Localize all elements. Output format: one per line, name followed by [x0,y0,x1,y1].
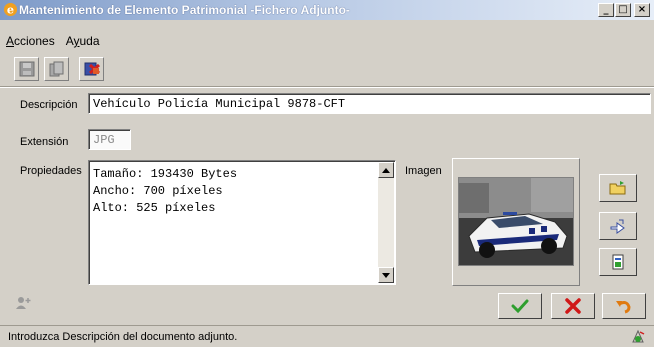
menu-bar: Acciones Ayuda [0,32,105,50]
descripcion-input[interactable]: Vehículo Policía Municipal 9878-CFT [88,93,651,114]
extension-label: Extensión [20,136,69,148]
scroll-down-icon [382,272,390,278]
accept-icon [511,299,529,314]
undo-button[interactable] [602,293,646,319]
app-logo-icon: e [3,3,18,17]
scroll-up-button[interactable] [378,162,394,178]
extension-input: JPG [88,129,131,150]
propiedades-line: Alto: 525 píxeles [93,201,216,215]
open-folder-icon [609,181,626,195]
menu-ayuda[interactable]: Ayuda [60,32,105,50]
propiedades-line: Ancho: 700 píxeles [93,184,223,198]
scroll-up-icon [382,167,390,173]
undo-icon [616,301,631,314]
window-title: Mantenimiento de Elemento Patrimonial -F… [19,3,350,17]
toolbar-separator [0,86,654,88]
svg-text:e: e [7,3,14,17]
propiedades-textarea[interactable]: Tamaño: 193430 Bytes Ancho: 700 píxeles … [88,160,396,285]
application-window: e Mantenimiento de Elemento Patrimonial … [0,0,654,347]
menu-ayuda-after: uda [79,34,100,48]
view-document-button[interactable] [599,248,637,276]
menu-ayuda-before: A [65,34,74,48]
vertical-scrollbar[interactable] [378,162,394,283]
police-car-image [459,178,573,265]
menu-acciones-accesskey: A [6,34,15,48]
copy-icon [49,61,63,77]
accept-button[interactable] [498,293,542,319]
status-indicator-icon [632,329,645,343]
propiedades-line: Tamaño: 193430 Bytes [93,167,238,181]
delete-button[interactable] [79,57,104,81]
title-bar[interactable]: e Mantenimiento de Elemento Patrimonial … [0,0,654,20]
export-icon [610,219,625,234]
status-bar: Introduzca Descripción del documento adj… [0,325,654,347]
user-add-icon [16,297,31,309]
police-car-photo [458,177,574,266]
export-image-button[interactable] [599,212,637,240]
descripcion-label: Descripción [20,99,78,111]
imagen-label: Imagen [405,165,442,177]
propiedades-content: Tamaño: 193430 Bytes Ancho: 700 píxeles … [93,166,237,217]
menu-acciones-rest: cciones [14,34,55,48]
image-preview-panel [452,158,580,286]
load-image-button[interactable] [599,174,637,202]
status-text: Introduzca Descripción del documento adj… [8,331,238,343]
minimize-button[interactable]: _ [598,3,614,17]
toolbar [14,57,104,81]
maximize-button[interactable]: □ [615,3,631,17]
close-button[interactable]: × [634,3,650,17]
menu-acciones[interactable]: Acciones [0,32,60,50]
cancel-icon [565,298,581,314]
delete-icon [84,62,100,76]
scroll-down-button[interactable] [378,267,394,283]
window-controls: _ □ × [598,3,650,17]
close-icon: × [637,4,647,15]
cancel-button[interactable] [551,293,595,319]
minimize-icon: _ [603,4,609,15]
maximize-icon: □ [618,4,628,15]
document-icon [612,254,624,270]
propiedades-label: Propiedades [20,165,82,177]
save-icon [19,61,34,77]
copy-button[interactable] [44,57,69,81]
save-button[interactable] [14,57,39,81]
